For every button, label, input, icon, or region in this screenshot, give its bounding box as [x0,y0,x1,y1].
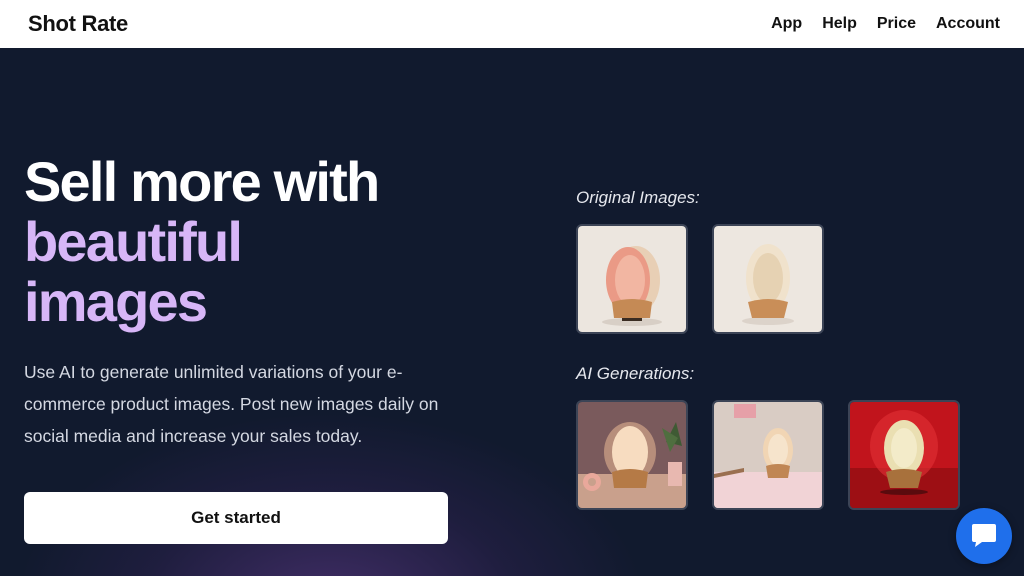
brand-logo[interactable]: Shot Rate [28,11,128,37]
ai-generation-3 [848,400,960,510]
original-image-2 [712,224,824,334]
original-images-label: Original Images: [576,188,700,207]
nav-links: App Help Price Account [771,15,1000,33]
headline-line-2: beautiful [24,210,243,273]
top-nav: Shot Rate App Help Price Account [0,0,1024,48]
nav-link-account[interactable]: Account [936,15,1000,33]
hero-headline: Sell more with beautiful images [24,150,380,333]
hero-subtitle: Use AI to generate unlimited variations … [24,362,439,446]
chat-widget-button[interactable] [956,508,1012,564]
ai-generation-2 [712,400,824,510]
nav-link-app[interactable]: App [771,15,802,33]
hero-section: Sell more with beautiful images Use AI t… [0,48,1024,576]
original-image-1 [576,224,688,334]
headline-line-3: images [24,270,208,333]
chat-bubble-icon [972,524,996,547]
ai-generations-label: AI Generations: [576,364,695,383]
get-started-button[interactable]: Get started [24,492,448,544]
ai-generation-1 [576,400,688,510]
nav-link-help[interactable]: Help [822,15,857,33]
nav-link-price[interactable]: Price [877,15,916,33]
headline-line-1: Sell more with [24,150,380,213]
